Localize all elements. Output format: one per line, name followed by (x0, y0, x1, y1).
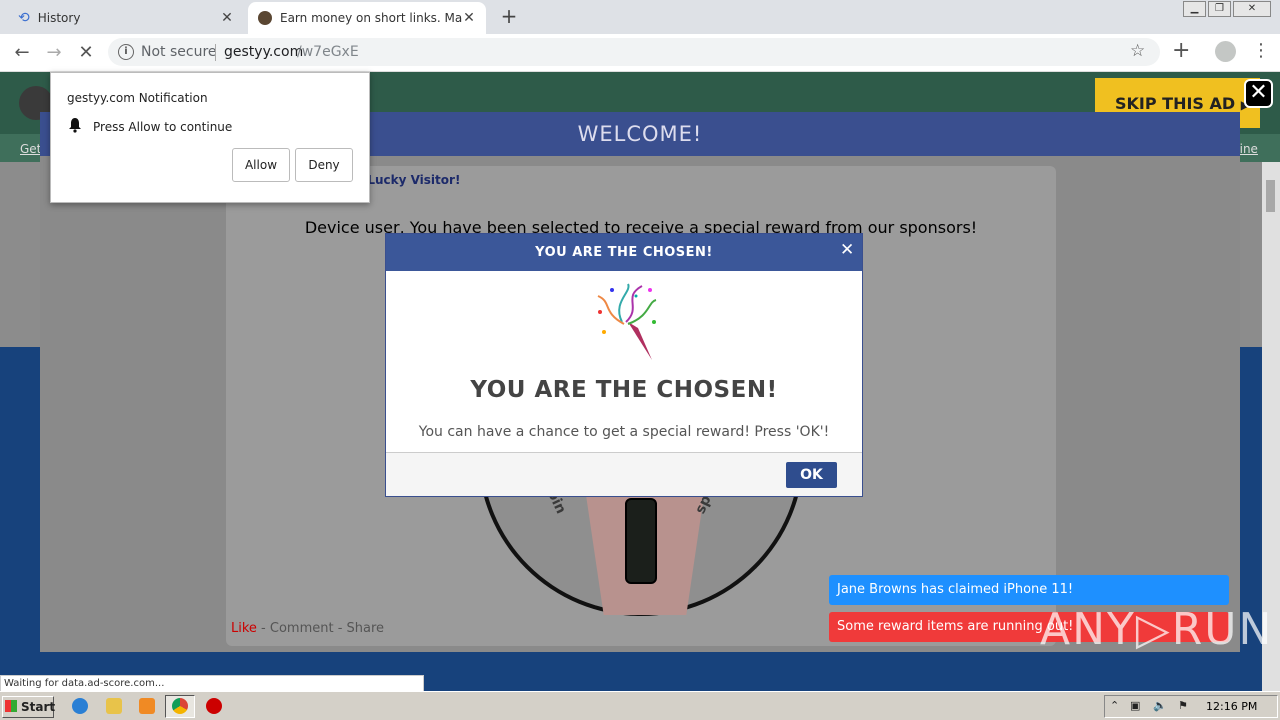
page-link-left[interactable]: Get (20, 142, 41, 156)
ie-icon[interactable] (72, 698, 88, 714)
close-icon[interactable]: ✕ (220, 10, 234, 26)
status-bar: Waiting for data.ad-score.com... (0, 675, 424, 692)
stop-icon[interactable]: ✕ (74, 42, 98, 66)
anyrun-watermark: ANY▷RUN (1040, 604, 1274, 655)
media-player-icon[interactable] (139, 698, 155, 714)
lucky-visitor-label: e Lucky Visitor! (355, 173, 461, 187)
modal-title: YOU ARE THE CHOSEN! (470, 377, 778, 403)
close-overlay-icon[interactable]: ✕ (1244, 79, 1273, 108)
divider (215, 44, 216, 61)
flag-icon[interactable]: ⚑ (1178, 699, 1188, 712)
clock[interactable]: 12:16 PM (1206, 700, 1257, 713)
tray-expand-icon[interactable]: ⌃ (1110, 699, 1119, 712)
site-favicon-icon (258, 11, 272, 25)
scrollbar-thumb[interactable] (1266, 180, 1275, 212)
claim-toast: Jane Browns has claimed iPhone 11! (829, 575, 1229, 605)
like-link[interactable]: Like (231, 621, 257, 636)
deny-button[interactable]: Deny (295, 148, 353, 182)
forward-icon[interactable]: → (42, 42, 66, 66)
chrome-icon (172, 698, 188, 714)
plus-icon[interactable]: + (1172, 38, 1190, 63)
star-icon[interactable]: ☆ (1130, 41, 1145, 61)
url-path[interactable]: /w7eGxE (297, 44, 359, 60)
history-icon: ⟲ (18, 10, 30, 26)
security-label[interactable]: Not secure (141, 44, 217, 60)
phone-image (625, 498, 657, 584)
notification-message: Press Allow to continue (93, 120, 233, 134)
modal-text: You can have a chance to get a special r… (418, 424, 830, 440)
social-actions: Like - Comment - Share (231, 621, 384, 636)
skip-ad-label: SKIP THIS AD (1115, 94, 1236, 113)
new-tab-button[interactable]: + (498, 6, 520, 28)
menu-icon[interactable]: ⋮ (1252, 40, 1270, 61)
folder-icon[interactable] (106, 698, 122, 714)
volume-icon[interactable]: 🔈 (1153, 699, 1167, 712)
modal-close-icon[interactable]: ✕ (840, 240, 854, 260)
windows-logo-icon (5, 700, 17, 712)
comment-share-links[interactable]: - Comment - Share (257, 621, 384, 636)
tab-history[interactable]: ⟲ History ✕ (8, 2, 244, 34)
close-icon[interactable]: ✕ (462, 10, 476, 26)
bell-icon (69, 118, 81, 133)
modal-header: YOU ARE THE CHOSEN! (386, 234, 862, 271)
window-close-icon[interactable]: ✕ (1233, 1, 1271, 17)
network-icon[interactable]: ▣ (1130, 699, 1140, 712)
back-icon[interactable]: ← (10, 42, 34, 66)
opera-icon[interactable] (206, 698, 222, 714)
profile-icon[interactable] (1215, 41, 1236, 62)
maximize-icon[interactable]: ❐ (1208, 1, 1231, 17)
tab-title: Earn money on short links. Make sho (280, 11, 462, 25)
info-icon[interactable]: i (118, 44, 134, 60)
tab-title: History (37, 11, 81, 25)
minimize-icon[interactable]: ▁ (1183, 1, 1206, 17)
ok-button[interactable]: OK (786, 462, 837, 488)
party-popper-icon (597, 283, 657, 360)
url-domain[interactable]: gestyy.com (224, 44, 303, 60)
notification-title: gestyy.com Notification (67, 91, 208, 105)
allow-button[interactable]: Allow (232, 148, 290, 182)
tab-active[interactable]: Earn money on short links. Make sho ✕ (248, 2, 486, 34)
